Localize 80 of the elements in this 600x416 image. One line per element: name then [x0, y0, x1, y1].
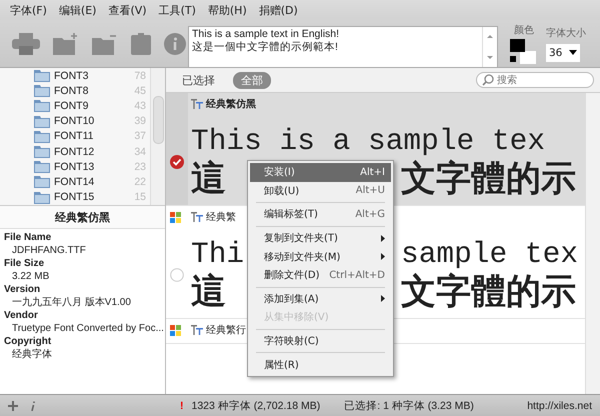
- menu-item[interactable]: 复制到文件夹(T): [250, 228, 391, 248]
- warning-mark: !: [180, 400, 184, 412]
- menu-item[interactable]: 属性(R): [250, 355, 391, 374]
- menu-item[interactable]: 查看(V): [102, 2, 153, 18]
- website-link[interactable]: http://xiles.net: [527, 400, 592, 412]
- font-folder-icon: [34, 175, 50, 188]
- preview-text: 文字體的示: [401, 272, 576, 312]
- font-folder-icon: [34, 99, 50, 112]
- scrollbar[interactable]: [150, 68, 165, 205]
- menu-item[interactable]: 卸载(U) Alt+U: [250, 182, 391, 200]
- menu-item[interactable]: 安装(I) Alt+I: [250, 163, 391, 182]
- info-icon[interactable]: [30, 400, 36, 410]
- preview-text: Thi: [191, 236, 244, 272]
- folder-add-icon[interactable]: [53, 32, 79, 54]
- font-folder-icon: [34, 84, 50, 98]
- info-value: 经典字体: [11, 348, 53, 361]
- menu-item[interactable]: 添加到集(A): [250, 290, 391, 308]
- color-swatches-icon[interactable]: [510, 38, 538, 64]
- folder-item[interactable]: FONT9 43: [0, 98, 150, 114]
- font-title: 经典繁仿黑: [0, 205, 165, 229]
- folder-item[interactable]: FONT8 45: [0, 83, 150, 98]
- info-label: Version: [4, 283, 42, 296]
- info-value: Truetype Font Converted by Foc...: [11, 322, 161, 335]
- font-folder-icon: [34, 114, 50, 128]
- font-size-dropdown[interactable]: 36: [546, 44, 580, 62]
- font-folder-icon: [34, 130, 50, 143]
- font-name: 经典繁仿黑: [206, 98, 256, 111]
- info-value: 一九九五年八月 版本V1.00: [11, 296, 132, 309]
- menu-item[interactable]: 字体(F): [4, 2, 53, 18]
- preview-text: sample tex: [401, 236, 578, 272]
- font-name: 经典繁: [206, 210, 236, 224]
- preview-text: 文字體的示: [401, 159, 576, 199]
- menu-item[interactable]: 移动到文件夹(M): [250, 247, 391, 266]
- preview-text: 這: [191, 272, 226, 312]
- menu-item[interactable]: 删除文件(D) Ctrl+Alt+D: [250, 266, 391, 285]
- menu-item[interactable]: 字符映射(C): [250, 332, 391, 350]
- font-size-label: 字体大小: [546, 26, 586, 40]
- folder-item[interactable]: FONT13 23: [0, 159, 150, 174]
- folder-item[interactable]: FONT12 34: [0, 144, 150, 160]
- info-icon[interactable]: [164, 32, 186, 54]
- folder-item[interactable]: FONT3 78: [0, 68, 150, 84]
- filter-tab[interactable]: 已选择: [174, 72, 223, 88]
- font-folder-icon: [34, 190, 50, 204]
- font-name: 经典繁行: [206, 324, 246, 337]
- sample-text-field[interactable]: This is a sample text in English! 这是一個中文字體的示例範本!: [188, 26, 498, 68]
- menu-item[interactable]: 编辑(E): [52, 2, 102, 18]
- info-value: 3.22 MB: [11, 270, 50, 283]
- printer-icon[interactable]: [12, 32, 40, 54]
- preview-text: This is a sample tex: [191, 123, 546, 159]
- selected-fonts: 已选择: 1 种字体 (3.23 MB): [344, 398, 474, 412]
- font-folder-icon: [34, 69, 50, 82]
- truetype-icon: [191, 99, 203, 109]
- folder-item[interactable]: FONT14 22: [0, 174, 150, 190]
- dropdown-caret-icon: [569, 50, 577, 55]
- info-value: JDFHFANG.TTF: [11, 244, 87, 257]
- search-field[interactable]: 搜索: [476, 72, 594, 88]
- checked-icon[interactable]: [170, 155, 184, 169]
- menu-item[interactable]: 工具(T): [152, 2, 202, 18]
- folder-remove-icon[interactable]: [92, 32, 118, 54]
- info-label: Copyright: [4, 335, 52, 348]
- menu-item[interactable]: 编辑标签(T) Alt+G: [250, 205, 391, 224]
- folder-item[interactable]: FONT11 37: [0, 128, 150, 144]
- preview-text: 這: [191, 159, 226, 199]
- scrollbar[interactable]: [585, 93, 600, 394]
- total-fonts: 1323 种字体 (2,702.18 MB): [192, 398, 320, 412]
- menu-item[interactable]: 捐赠(D): [252, 2, 304, 18]
- folder-item[interactable]: FONT15 15: [0, 190, 150, 205]
- font-folder-icon: [34, 145, 50, 158]
- radio-button[interactable]: [170, 268, 184, 282]
- info-label: File Name: [4, 231, 52, 244]
- folder-item[interactable]: FONT10 39: [0, 114, 150, 129]
- font-folder-icon: [34, 160, 50, 174]
- color-label: 颜色: [514, 24, 534, 36]
- info-label: File Size: [4, 257, 46, 270]
- add-icon[interactable]: [8, 400, 18, 410]
- menu-item[interactable]: 帮助(H): [202, 2, 253, 18]
- truetype-icon: [191, 212, 203, 222]
- truetype-icon: [191, 325, 203, 335]
- search-icon: [482, 74, 494, 86]
- info-label: Vendor: [4, 309, 39, 322]
